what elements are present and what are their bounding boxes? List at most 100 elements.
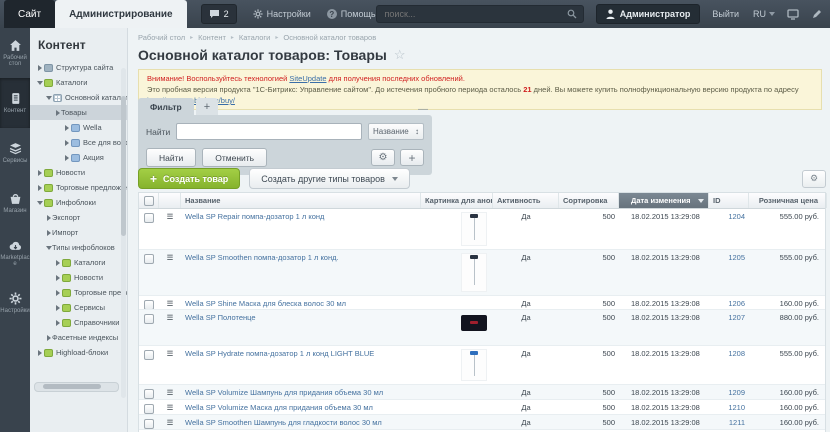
column-header-active[interactable]: Активность [493,193,559,208]
expand-closed-icon[interactable] [36,65,43,71]
tree-vertical-scrollbar[interactable] [121,68,126,398]
notifications-button[interactable]: 2 [201,4,237,24]
product-id-link[interactable]: 1211 [729,418,745,427]
product-name-link[interactable]: Wella SP Hydrate помпа-дозатор 1 л конд … [185,349,374,358]
tree-item[interactable]: Инфоблоки [30,195,127,210]
expand-open-icon[interactable] [36,201,43,205]
product-name-link[interactable]: Wella SP Smoothen Шампунь для гладкости … [185,418,382,427]
product-id-link[interactable]: 1209 [728,388,745,397]
row-menu-icon[interactable]: ☰ [159,415,181,429]
column-header-id[interactable]: ID [709,193,749,208]
tree-item[interactable]: Каталоги [30,255,127,270]
desktop-view-button[interactable] [787,9,799,20]
logout-link[interactable]: Выйти [712,9,739,19]
row-checkbox[interactable] [144,419,154,429]
product-name-link[interactable]: Wella SP Shine Маска для блеска волос 30… [185,299,346,308]
expand-closed-icon[interactable] [54,290,61,296]
rail-item-settings[interactable]: Настройки [0,278,30,328]
product-id-link[interactable]: 1205 [728,253,745,262]
rail-item-services[interactable]: Сервисы [0,128,30,178]
tree-item[interactable]: Новости [30,165,127,180]
help-menu[interactable]: ? Помощь [327,9,376,19]
tree-item[interactable]: Фасетные индексы [30,330,127,345]
tree-item[interactable]: Структура сайта [30,60,127,75]
tree-horizontal-scrollbar[interactable] [34,382,119,392]
filter-tab[interactable]: Фильтр [138,98,194,115]
tree-item[interactable]: Торговые предложе [30,285,127,300]
expand-closed-icon[interactable] [36,350,43,356]
tab-administration[interactable]: Администрирование [55,0,187,28]
filter-cancel-button[interactable]: Отменить [202,148,267,167]
scrollbar-thumb[interactable] [121,96,126,236]
rail-item-store[interactable]: Магазин [0,178,30,228]
breadcrumb-item[interactable]: Рабочий стол [138,33,185,42]
breadcrumb-item[interactable]: Контент [198,33,226,42]
tree-item[interactable]: Все для волос [30,135,127,150]
product-id-link[interactable]: 1208 [728,349,745,358]
select-all-checkbox[interactable] [144,196,154,206]
expand-closed-icon[interactable] [45,230,52,236]
expand-closed-icon[interactable] [63,155,70,161]
product-id-link[interactable]: 1204 [728,212,745,221]
expand-open-icon[interactable] [45,96,52,100]
product-name-link[interactable]: Wella SP Repair помпа-дозатор 1 л конд [185,212,324,221]
expand-closed-icon[interactable] [45,335,52,341]
siteupdate-link[interactable]: SiteUpdate [289,74,326,83]
tree-item[interactable]: Каталоги [30,75,127,90]
add-filter-tab-button[interactable]: + [196,98,218,115]
rail-item-marketplace[interactable]: Marketplace [0,228,30,278]
row-checkbox[interactable] [144,254,154,264]
row-checkbox[interactable] [144,404,154,414]
row-menu-icon[interactable]: ☰ [159,346,181,384]
expand-open-icon[interactable] [36,81,43,85]
search-icon[interactable] [567,9,577,19]
tree-item[interactable]: Экспорт [30,210,127,225]
breadcrumb-item[interactable]: Каталоги [239,33,270,42]
topbar-search[interactable] [376,5,584,23]
filter-minimize-button[interactable]: — [418,104,432,115]
row-menu-icon[interactable]: ☰ [159,296,181,309]
column-header-image[interactable]: Картинка для анонса [421,193,493,208]
create-other-types-button[interactable]: Создать другие типы товаров [249,168,410,189]
filter-find-input[interactable] [176,123,362,140]
tree-item[interactable]: Справочники [30,315,127,330]
row-menu-icon[interactable]: ☰ [159,250,181,295]
product-name-link[interactable]: Wella SP Volumize Шампунь для придания о… [185,388,383,397]
product-id-link[interactable]: 1207 [728,313,745,322]
expand-closed-icon[interactable] [63,125,70,131]
product-name-link[interactable]: Wella SP Smoothen помпа-дозатор 1 л конд… [185,253,339,262]
tree-item[interactable]: Типы инфоблоков [30,240,127,255]
filter-add-field-button[interactable]: + [400,149,424,166]
product-id-link[interactable]: 1210 [728,403,745,412]
tree-item[interactable]: Товары [30,105,127,120]
settings-menu[interactable]: Настройки [253,9,311,19]
tree-item[interactable]: Импорт [30,225,127,240]
tree-item[interactable]: Сервисы [30,300,127,315]
tab-site[interactable]: Сайт [4,0,55,28]
expand-closed-icon[interactable] [45,215,52,221]
tree-item[interactable]: Торговые предложения [30,180,127,195]
filter-field-select[interactable]: Название ↕ [368,123,424,140]
row-checkbox[interactable] [144,350,154,360]
create-product-button[interactable]: + Создать товар [138,168,240,189]
tree-item[interactable]: Новости [30,270,127,285]
expand-closed-icon[interactable] [54,320,61,326]
breadcrumb-item[interactable]: Основной каталог товаров [283,33,376,42]
row-menu-icon[interactable]: ☰ [159,400,181,414]
user-button[interactable]: Администратор [596,4,701,24]
expand-closed-icon[interactable] [54,110,61,116]
filter-find-button[interactable]: Найти [146,148,196,167]
product-name-link[interactable]: Wella SP Volumize Маска для придания объ… [185,403,373,412]
expand-closed-icon[interactable] [36,185,43,191]
edit-mode-button[interactable] [811,9,822,20]
column-header-modified-sorted[interactable]: Дата изменения [619,193,709,208]
tree-item[interactable]: Wella [30,120,127,135]
column-header-name[interactable]: Название [181,193,421,208]
row-menu-icon[interactable]: ☰ [159,385,181,399]
search-input[interactable] [383,8,567,20]
tree-item[interactable]: Акция [30,150,127,165]
expand-closed-icon[interactable] [54,305,61,311]
column-header-sort[interactable]: Сортировка [559,193,619,208]
expand-closed-icon[interactable] [54,275,61,281]
row-checkbox[interactable] [144,300,154,309]
